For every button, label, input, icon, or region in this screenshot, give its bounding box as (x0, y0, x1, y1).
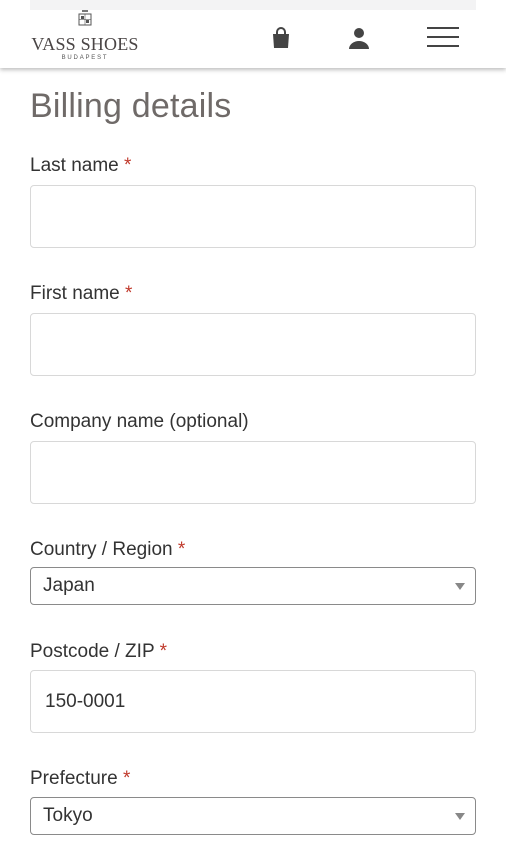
cart-button[interactable] (265, 22, 297, 54)
country-label: Country / Region * (30, 539, 186, 560)
crest-icon (78, 10, 92, 26)
company-name-field: Company name (optional) (30, 410, 476, 504)
logo-subtext: BUDAPEST (61, 55, 109, 61)
dropdown-arrow-icon (455, 813, 465, 820)
page-title: Billing details (30, 87, 232, 125)
postcode-field: Postcode / ZIP * 150-0001 (30, 640, 476, 733)
country-select[interactable]: Japan (30, 567, 476, 605)
required-marker: * (125, 283, 133, 304)
required-marker: * (124, 155, 132, 176)
hamburger-menu-icon (426, 20, 459, 54)
country-selected-value: Japan (43, 575, 95, 596)
required-marker: * (177, 539, 186, 560)
vass-shoes-logo[interactable]: VASS SHOES BUDAPEST (30, 10, 140, 64)
dropdown-arrow-icon (455, 583, 465, 590)
company-name-label: Company name (optional) (30, 411, 249, 432)
postcode-input[interactable]: 150-0001 (30, 670, 476, 733)
prefecture-field: Prefecture * Tokyo (30, 767, 476, 835)
required-marker: * (122, 768, 131, 789)
first-name-field: First name * (30, 282, 476, 376)
company-name-input[interactable] (30, 441, 476, 504)
country-field: Country / Region * Japan (30, 538, 476, 605)
postcode-label: Postcode / ZIP * (30, 641, 167, 662)
prefecture-label: Prefecture * (30, 768, 131, 789)
required-marker: * (159, 641, 167, 662)
first-name-input[interactable] (30, 313, 476, 376)
header-strip (30, 0, 476, 10)
last-name-label: Last name * (30, 155, 132, 176)
last-name-field: Last name * (30, 154, 476, 248)
logo-text: VASS SHOES (31, 34, 139, 54)
last-name-input[interactable] (30, 185, 476, 248)
first-name-label: First name * (30, 283, 133, 304)
user-icon (349, 28, 369, 49)
account-button[interactable] (343, 22, 375, 54)
menu-button[interactable] (409, 10, 476, 64)
prefecture-select[interactable]: Tokyo (30, 797, 476, 835)
site-header: VASS SHOES BUDAPEST (0, 0, 506, 68)
billing-form: Billing details Last name * First name *… (30, 68, 476, 835)
shopping-bag-icon (273, 27, 289, 48)
prefecture-selected-value: Tokyo (43, 805, 93, 826)
